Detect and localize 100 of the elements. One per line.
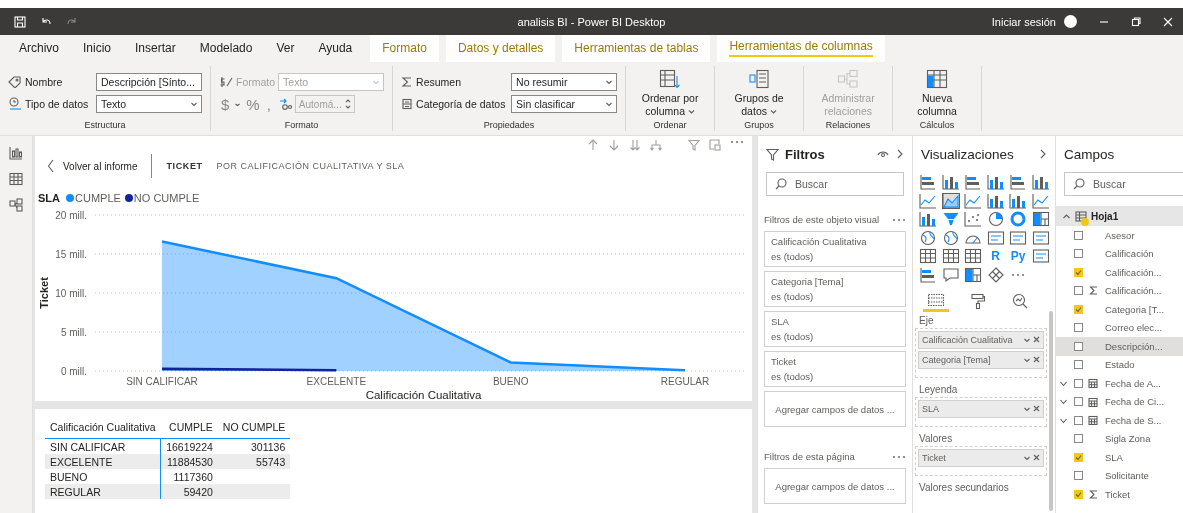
ribbon-tab[interactable]: Insertar — [124, 35, 187, 62]
ribbon-tab[interactable]: Archivo — [8, 35, 70, 62]
line-chart-icon[interactable] — [964, 192, 982, 209]
sign-in-link[interactable]: Iniciar sesión — [991, 15, 1056, 28]
column-header[interactable]: Calificación Cualitativa — [45, 419, 161, 439]
chevron-up-icon[interactable] — [1062, 211, 1071, 221]
checkbox[interactable] — [1074, 415, 1083, 425]
checkbox[interactable] — [1074, 286, 1083, 296]
diamond-icon[interactable] — [986, 266, 1005, 283]
chevron-down-icon[interactable] — [190, 100, 198, 108]
checkbox[interactable] — [1074, 341, 1083, 351]
ribbon-tab[interactable]: Inicio — [72, 35, 123, 62]
chevron-down-icon[interactable] — [605, 100, 614, 108]
model-icon[interactable] — [9, 198, 23, 212]
close-icon[interactable] — [1033, 356, 1040, 363]
field-name[interactable]: Ticket — [1103, 488, 1130, 500]
bar-chart-icon[interactable] — [919, 266, 937, 283]
column-header[interactable]: CUMPLE — [160, 419, 218, 439]
checkbox[interactable] — [1074, 360, 1083, 370]
card-icon[interactable] — [1009, 229, 1027, 246]
field-well[interactable]: Calificación Cualitativa — [918, 330, 1044, 349]
card-icon[interactable] — [986, 229, 1005, 246]
filter-icon[interactable] — [688, 139, 700, 151]
scrollbar[interactable] — [1049, 311, 1053, 511]
close-icon[interactable] — [1033, 336, 1040, 343]
ribbon-tab[interactable]: Herramientas de columnas — [717, 35, 885, 62]
more-icon[interactable] — [892, 216, 906, 223]
field-name[interactable]: SLA — [1103, 451, 1123, 463]
bar-chart-icon[interactable] — [1009, 174, 1027, 190]
checkbox[interactable] — [1074, 230, 1083, 240]
chevron-right-icon[interactable] — [895, 148, 904, 160]
table-icon[interactable] — [941, 248, 960, 264]
field-name[interactable]: Fecha de Ci... — [1103, 396, 1165, 408]
ribbon-tab[interactable]: Formato — [370, 35, 439, 62]
bar-chart-icon[interactable] — [919, 174, 937, 190]
column-chart-icon[interactable] — [986, 192, 1005, 209]
line-chart-icon[interactable] — [919, 192, 937, 209]
checkbox[interactable] — [1074, 249, 1083, 259]
double-arrow-down-icon[interactable] — [629, 139, 641, 151]
restore-icon[interactable] — [1131, 16, 1141, 27]
chevron-right-icon[interactable] — [1038, 148, 1047, 160]
more-icon[interactable] — [730, 139, 744, 145]
close-icon[interactable] — [1033, 454, 1040, 461]
column-chart-icon[interactable] — [1031, 174, 1050, 190]
add-fields-drop-zone[interactable]: Agregar campos de datos ... — [764, 391, 906, 427]
checkbox[interactable] — [1074, 452, 1083, 462]
column-chart-icon[interactable] — [1009, 192, 1027, 209]
summary-dropdown[interactable]: No resumir — [511, 73, 618, 91]
column-chart-icon[interactable] — [986, 174, 1005, 190]
line-chart-icon[interactable] — [1031, 192, 1050, 209]
filter-card[interactable]: Categoria [Tema] es (todos) — [764, 271, 906, 307]
more-icon[interactable] — [1011, 271, 1025, 278]
globe-icon[interactable] — [919, 229, 937, 246]
column-header[interactable]: NO CUMPLE — [217, 419, 291, 439]
field-name[interactable]: Solicitante — [1103, 470, 1149, 482]
chevron-down-icon[interactable] — [605, 78, 614, 86]
table-node[interactable]: Hoja1 — [1056, 206, 1183, 226]
card-icon[interactable] — [1031, 248, 1050, 264]
name-input[interactable]: Descripción [Sínto... — [96, 73, 202, 91]
more-icon[interactable] — [892, 453, 906, 460]
checkbox[interactable] — [1074, 304, 1083, 314]
filter-card[interactable]: SLA es (todos) — [764, 311, 906, 347]
search-field[interactable]: Buscar — [1064, 172, 1183, 196]
field-name[interactable]: Estado — [1103, 359, 1135, 371]
globe-icon[interactable] — [941, 229, 960, 246]
checkbox[interactable] — [1074, 267, 1083, 277]
scatter-chart-icon[interactable] — [964, 211, 982, 227]
field-name[interactable]: Sigla Zona — [1103, 433, 1151, 445]
filter-card[interactable]: Ticket es (todos) — [764, 351, 906, 387]
area-chart-icon[interactable] — [941, 192, 960, 209]
add-fields-drop-zone[interactable]: Agregar campos de datos ... — [764, 468, 906, 504]
pie-chart-icon[interactable] — [986, 211, 1005, 227]
treemap-icon[interactable] — [964, 266, 982, 283]
filter-card[interactable]: Calificación Cualitativa es (todos) — [764, 231, 906, 267]
ribbon-tab[interactable]: Ver — [265, 35, 306, 62]
card-icon[interactable] — [1031, 229, 1050, 246]
ribbon-button[interactable]: Nueva columna — [901, 69, 974, 117]
table-icon[interactable] — [964, 248, 982, 264]
ribbon-tab[interactable]: Ayuda — [307, 35, 364, 62]
ribbon-tab[interactable]: Modelado — [188, 35, 264, 62]
ribbon-button[interactable]: Ordenar por columna — [634, 69, 707, 117]
table-icon[interactable] — [919, 248, 937, 264]
checkbox[interactable] — [1074, 397, 1083, 407]
ribbon-tab[interactable]: Herramientas de tablas — [562, 35, 711, 62]
column-chart-icon[interactable] — [941, 174, 960, 190]
close-icon[interactable] — [1033, 405, 1040, 412]
checkbox[interactable] — [1074, 489, 1083, 499]
bar-chart-icon[interactable] — [964, 174, 982, 190]
ribbon-tab[interactable]: Datos y detalles — [445, 35, 556, 62]
report-icon[interactable] — [9, 146, 23, 160]
field-name[interactable]: Calificación... — [1103, 266, 1162, 278]
treemap-icon[interactable] — [1031, 211, 1050, 227]
data-type-dropdown[interactable]: Texto — [96, 95, 202, 113]
category-dropdown[interactable]: Sin clasificar — [511, 95, 618, 113]
checkbox[interactable] — [1074, 434, 1083, 444]
speech-bubble-icon[interactable] — [941, 266, 960, 283]
field-name[interactable]: Correo elec... — [1103, 322, 1163, 334]
funnel-icon[interactable] — [941, 211, 960, 227]
pane-tab[interactable] — [923, 292, 949, 312]
save-icon[interactable] — [14, 15, 26, 28]
